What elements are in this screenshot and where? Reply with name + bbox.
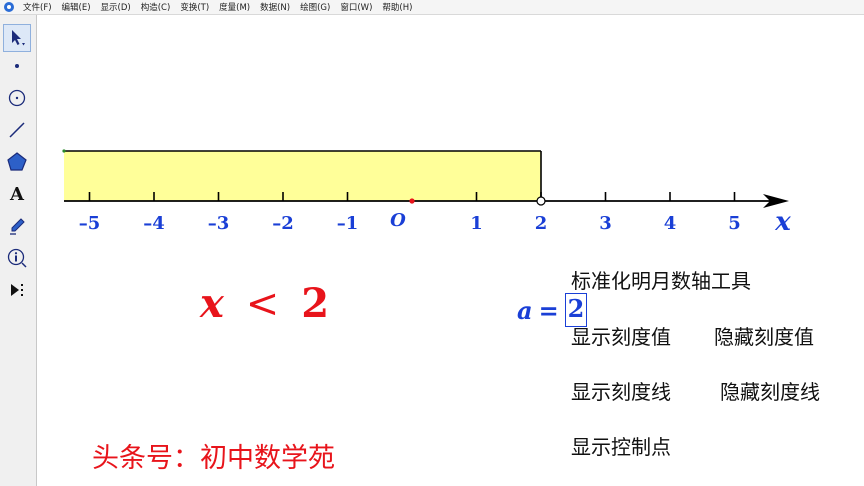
menu-data[interactable]: 数据(N) [255, 1, 295, 13]
menu-file[interactable]: 文件(F) [18, 1, 57, 13]
marker-tool[interactable] [3, 212, 31, 240]
inequality-value: 2 [301, 280, 330, 327]
polygon-icon [7, 152, 27, 171]
text-icon: A [10, 183, 24, 205]
x-axis-label: x [774, 207, 791, 237]
boundary-open-point [536, 196, 546, 206]
menu-construct[interactable]: 构造(C) [136, 1, 176, 13]
menu-measure[interactable]: 度量(M) [214, 1, 255, 13]
show-tick-marks-button[interactable]: 显示刻度线 [571, 376, 671, 405]
menu-help[interactable]: 帮助(H) [377, 1, 417, 13]
menu-transform[interactable]: 变换(T) [175, 1, 214, 13]
info-icon [7, 248, 27, 268]
inequality-variable: x [200, 280, 224, 327]
play-custom-icon [11, 284, 23, 296]
text-tool[interactable]: A [3, 180, 31, 208]
menu-edit[interactable]: 编辑(E) [57, 1, 96, 13]
menu-display[interactable]: 显示(D) [96, 1, 136, 13]
number-line: –5 –4 –3 –2 –1 1 2 3 4 5 O x [62, 149, 791, 237]
shade-corner-point [62, 149, 66, 153]
tick-label: –1 [337, 213, 359, 234]
tool-palette: A [0, 15, 37, 486]
arrow-selection-tool[interactable] [3, 24, 31, 52]
line-segment-icon [9, 122, 25, 138]
tick-label: –2 [272, 213, 294, 234]
parameter-equals: = [538, 295, 559, 325]
point-tool[interactable] [3, 52, 31, 80]
circle-icon [8, 89, 26, 107]
parameter-name: a [517, 295, 533, 325]
tick-label: 4 [664, 213, 677, 234]
cursor-arrow-icon [12, 30, 25, 46]
inequality-operator: < [245, 281, 280, 327]
tick-label: –5 [79, 213, 101, 234]
straightedge-tool[interactable] [3, 116, 31, 144]
tick-label: 2 [535, 213, 548, 234]
tick-label: –3 [208, 213, 230, 234]
compass-tool[interactable] [3, 84, 31, 112]
tool-title: 标准化明月数轴工具 [571, 269, 751, 293]
show-control-points-button[interactable]: 显示控制点 [571, 431, 671, 460]
app-icon [4, 2, 14, 12]
show-tick-values-button[interactable]: 显示刻度值 [571, 321, 671, 350]
tick-label: –4 [143, 213, 165, 234]
hide-tick-marks-button[interactable]: 隐藏刻度线 [720, 376, 820, 405]
menu-bar: 文件(F) 编辑(E) 显示(D) 构造(C) 变换(T) 度量(M) 数据(N… [0, 0, 864, 15]
tick-label: 5 [728, 213, 741, 234]
footer-watermark: 头条号：初中数学苑 [92, 443, 335, 474]
origin-point [409, 198, 415, 204]
point-icon [15, 64, 19, 68]
hide-tick-values-button[interactable]: 隐藏刻度值 [714, 321, 814, 350]
menu-graph[interactable]: 绘图(G) [295, 1, 335, 13]
tick-label: 3 [599, 213, 612, 234]
menu-window[interactable]: 窗口(W) [335, 1, 377, 13]
polygon-tool[interactable] [3, 148, 31, 176]
custom-tool[interactable] [3, 276, 31, 304]
tick-label: 1 [470, 213, 483, 234]
origin-label: O [390, 210, 406, 231]
sketch-canvas[interactable]: –5 –4 –3 –2 –1 1 2 3 4 5 Ox x < 2 a = 2 标准化明月数轴工具 … [37, 15, 864, 486]
inequality-expression: x < 2 [200, 280, 329, 327]
pen-icon [10, 218, 25, 235]
shaded-solution-region [64, 151, 541, 201]
information-tool[interactable] [3, 244, 31, 272]
